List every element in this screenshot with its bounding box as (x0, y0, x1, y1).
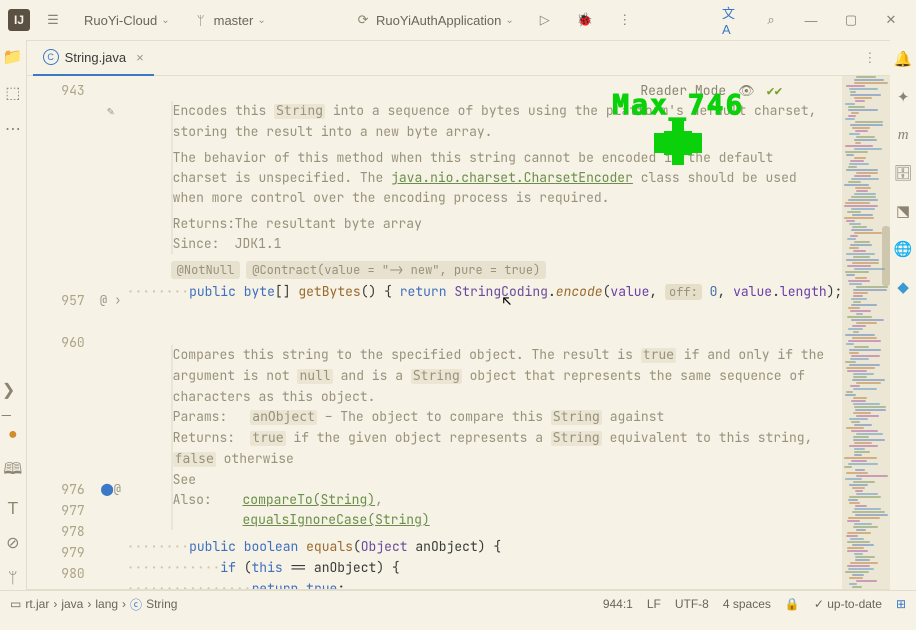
debug-button[interactable]: 🐞 (568, 7, 602, 33)
close-tab-icon[interactable]: × (136, 50, 144, 65)
run-config-icon: ⟳ (354, 11, 372, 29)
eye-off-icon[interactable]: 👁 (738, 80, 755, 101)
minimap[interactable] (842, 76, 890, 589)
edit-gutter-icon[interactable]: ✎ (95, 101, 127, 122)
tab-options-button[interactable]: ⋮ (855, 50, 884, 66)
git-branch-selector[interactable]: ᛘmaster⌄ (184, 7, 274, 33)
chevron-down-icon: ⌄ (161, 15, 169, 26)
gutter-icons: ✎ @ › ⬤@ (95, 76, 127, 589)
javadoc-getbytes: Encodes this String into a sequence of b… (171, 101, 835, 254)
editor-area: C String.java × ⋮ 943 957 960 976 977 97… (26, 40, 891, 590)
close-icon: ✕ (882, 11, 900, 29)
main-menu-button[interactable]: ☰ (36, 7, 70, 33)
jar-icon: ▭ (10, 597, 21, 611)
checkmark-icon[interactable]: ✔✔ (767, 80, 783, 101)
chevron-down-icon: ⌄ (257, 15, 265, 26)
database-button[interactable]: 🗄 (892, 162, 914, 184)
branch-icon: ᛘ (192, 11, 210, 29)
see-equalsignorecase-link[interactable]: equalsIgnoreCase(String) (242, 511, 429, 528)
search-button[interactable]: ⌕ (754, 7, 788, 33)
right-tool-stripe: 🔔 ✦ m 🗄 ⬔ 🌐 ◆ (890, 40, 916, 590)
play-icon: ▷ (536, 11, 554, 29)
chevron-down-icon: ⌄ (505, 15, 513, 26)
maximize-icon: ▢ (842, 11, 860, 29)
left-tool-stripe: 📁 ⬚ ⋯ ❯_ ● 🕮 Ｔ ⊘ ᛘ (0, 40, 26, 590)
windows-icon[interactable]: ⊞ (896, 597, 906, 611)
readonly-indicator[interactable]: 🔒 (785, 597, 800, 611)
reader-mode-label[interactable]: Reader Mode (640, 80, 726, 101)
override-gutter-icon[interactable]: ⬤@ (95, 479, 127, 500)
window-maximize-button[interactable]: ▢ (834, 7, 868, 33)
run-button[interactable]: ▷ (528, 7, 562, 33)
window-minimize-button[interactable]: — (794, 7, 828, 33)
translate-icon: 文A (722, 11, 740, 29)
inferred-annotations: @NotNull@Contract(value = "-> new", pure… (171, 260, 843, 281)
more-actions-button[interactable]: ⋮ (608, 7, 642, 33)
todo-tool-button[interactable]: Ｔ (2, 496, 24, 518)
java-class-icon: C (43, 49, 59, 65)
minimize-icon: — (802, 11, 820, 29)
vcs-tool-button[interactable]: ᛘ (2, 568, 24, 590)
reader-mode-banner: Reader Mode 👁 ✔✔ (640, 80, 782, 101)
kebab-icon: ⋮ (616, 11, 634, 29)
more-tools-button[interactable]: ⋯ (2, 118, 24, 140)
tab-label: String.java (65, 50, 126, 65)
source-text[interactable]: Reader Mode 👁 ✔✔ Encodes this String int… (127, 76, 843, 589)
update-status[interactable]: ✓ up-to-date (814, 597, 882, 611)
maven-button[interactable]: m (892, 124, 914, 146)
line-separator[interactable]: LF (647, 597, 661, 611)
gradle-button[interactable]: ⬔ (892, 200, 914, 222)
problems-tool-button[interactable]: ⊘ (2, 532, 24, 554)
javadoc-equals: Compares this string to the specified ob… (171, 345, 835, 530)
title-bar: IJ ☰ RuoYi-Cloud⌄ ᛘmaster⌄ ⟳RuoYiAuthApp… (0, 0, 916, 40)
bug-icon: 🐞 (576, 11, 594, 29)
structure-tool-button[interactable]: ⬚ (2, 82, 24, 104)
line-number-gutter: 943 957 960 976 977 978 979 980 981 982 (27, 76, 95, 589)
charset-encoder-link[interactable]: java.nio.charset.CharsetEncoder (391, 169, 633, 186)
indent-settings[interactable]: 4 spaces (723, 597, 771, 611)
search-icon: ⌕ (762, 11, 780, 29)
project-selector[interactable]: RuoYi-Cloud⌄ (76, 7, 178, 33)
hamburger-icon: ☰ (44, 11, 62, 29)
services-button[interactable]: ◆ (892, 276, 914, 298)
git-tool-button[interactable]: ● (2, 424, 24, 446)
editor-tabs: C String.java × ⋮ (27, 41, 891, 76)
window-close-button[interactable]: ✕ (874, 7, 908, 33)
file-encoding[interactable]: UTF-8 (675, 597, 709, 611)
endpoints-button[interactable]: 🌐 (892, 238, 914, 260)
at-gutter-icon[interactable]: @ › (95, 290, 127, 311)
editor-tab-string-java[interactable]: C String.java × (33, 40, 154, 76)
status-bar: ▭rt.jar › java › lang › ⓒ String 944:1 L… (0, 590, 916, 617)
scrollbar-thumb[interactable] (882, 226, 890, 286)
code-editor[interactable]: 943 957 960 976 977 978 979 980 981 982 … (27, 76, 891, 589)
see-compareto-link[interactable]: compareTo(String) (242, 491, 375, 508)
bookmarks-tool-button[interactable]: 🕮 (2, 460, 24, 482)
translate-button[interactable]: 文A (714, 7, 748, 33)
breadcrumbs[interactable]: ▭rt.jar › java › lang › ⓒ String (10, 596, 177, 613)
caret-position[interactable]: 944:1 (603, 597, 633, 611)
notifications-button[interactable]: 🔔 (892, 48, 914, 70)
ai-assistant-button[interactable]: ✦ (892, 86, 914, 108)
project-tool-button[interactable]: 📁 (2, 46, 24, 68)
run-config-selector[interactable]: ⟳RuoYiAuthApplication⌄ (346, 7, 522, 33)
app-logo[interactable]: IJ (8, 9, 30, 31)
terminal-tool-button[interactable]: ❯_ (2, 388, 24, 410)
